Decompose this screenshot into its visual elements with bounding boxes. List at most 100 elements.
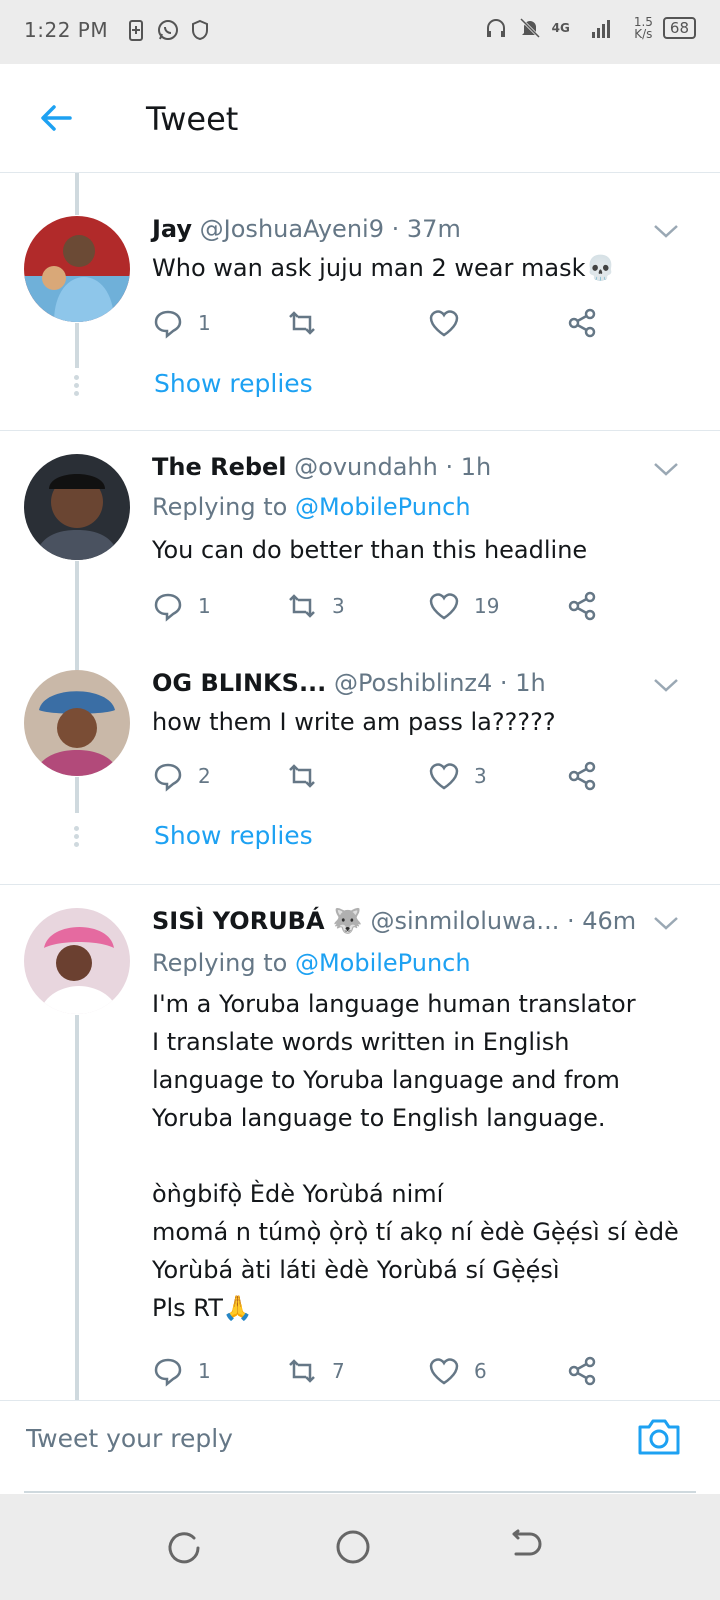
share-icon xyxy=(568,308,596,338)
tweet-item[interactable]: Jay @JoshuaAyeni9 · 37m Who wan ask juju… xyxy=(0,173,720,430)
reply-button[interactable]: 1 xyxy=(152,307,211,339)
replying-to: Replying to @MobilePunch xyxy=(152,493,471,521)
back-icon[interactable] xyxy=(506,1528,544,1566)
home-icon[interactable] xyxy=(334,1528,372,1566)
tweet-actions: 1 xyxy=(152,307,612,341)
reply-button[interactable]: 1 xyxy=(152,1355,211,1387)
tweet-text: Who wan ask juju man 2 wear mask💀 xyxy=(152,254,616,282)
reply-button[interactable]: 2 xyxy=(152,760,211,792)
signal-icon xyxy=(591,20,610,38)
chevron-down-icon[interactable] xyxy=(652,913,680,933)
heart-icon xyxy=(429,310,459,337)
reply-feed[interactable]: Jay @JoshuaAyeni9 · 37m Who wan ask juju… xyxy=(0,173,720,1400)
tweet-header: Jay @JoshuaAyeni9 · 37m xyxy=(152,215,461,243)
tweet-actions: 2 3 xyxy=(152,760,612,794)
separator-dot: · xyxy=(566,907,575,935)
avatar[interactable] xyxy=(24,454,130,560)
retweet-icon xyxy=(289,1359,315,1383)
reply-composer xyxy=(0,1400,720,1473)
tweet-item[interactable]: SISÌ YORUBÁ 🐺 @sinmiloluwa... · 46m Repl… xyxy=(0,885,720,1400)
retweet-button[interactable]: 3 xyxy=(286,590,345,622)
separator-dot: · xyxy=(499,669,508,697)
reply-icon xyxy=(154,593,182,622)
retweet-button[interactable]: 7 xyxy=(286,1355,345,1387)
back-arrow-icon[interactable] xyxy=(36,98,76,138)
retweet-button[interactable] xyxy=(286,307,332,339)
heart-icon xyxy=(429,763,459,790)
tweet-header: OG BLINKS... @Poshiblinz4 · 1h xyxy=(152,669,546,697)
like-button[interactable]: 6 xyxy=(428,1355,487,1387)
user-name[interactable]: SISÌ YORUBÁ 🐺 xyxy=(152,907,363,935)
user-name[interactable]: OG BLINKS... xyxy=(152,669,326,697)
replying-to-label: Replying to xyxy=(152,949,288,977)
thread-line xyxy=(75,1015,79,1400)
reply-input[interactable] xyxy=(24,1415,618,1461)
tweet-time: 1h xyxy=(460,453,492,481)
retweet-button[interactable] xyxy=(286,760,332,792)
mention-link[interactable]: @MobilePunch xyxy=(295,493,471,521)
reply-count: 2 xyxy=(198,764,211,788)
user-name[interactable]: The Rebel xyxy=(152,453,287,481)
show-replies-link[interactable]: Show replies xyxy=(154,369,313,398)
show-replies-link[interactable]: Show replies xyxy=(154,821,313,850)
status-time: 1:22 PM xyxy=(24,18,109,42)
separator-dot: · xyxy=(445,453,454,481)
reply-button[interactable]: 1 xyxy=(152,590,211,622)
chevron-down-icon[interactable] xyxy=(652,221,680,241)
thread-line xyxy=(75,561,79,653)
tweet-time: 46m xyxy=(582,907,637,935)
user-handle[interactable]: @ovundahh xyxy=(294,453,438,481)
headphones-icon xyxy=(486,19,505,37)
like-button[interactable]: 3 xyxy=(428,760,487,792)
retweet-count: 7 xyxy=(332,1359,345,1383)
share-icon xyxy=(568,1356,596,1386)
share-button[interactable] xyxy=(566,590,598,622)
mention-link[interactable]: @MobilePunch xyxy=(295,949,471,977)
network-type: 4G xyxy=(551,21,570,35)
tweet-header: SISÌ YORUBÁ 🐺 @sinmiloluwa... · 46m xyxy=(152,907,636,935)
system-nav-bar xyxy=(0,1494,720,1600)
network-speed: 1.5 K/s xyxy=(634,16,653,40)
thread-line xyxy=(75,777,79,813)
tweet-item[interactable]: The Rebel @ovundahh · 1h Replying to @Mo… xyxy=(0,431,720,653)
heart-icon xyxy=(429,1358,459,1385)
user-name[interactable]: Jay xyxy=(152,215,192,243)
thread-dots xyxy=(74,375,80,399)
user-handle[interactable]: @Poshiblinz4 xyxy=(334,669,492,697)
tweet-text: I'm a Yoruba language human translator I… xyxy=(152,990,679,1322)
tweet-time: 1h xyxy=(515,669,546,697)
thread-dots xyxy=(74,826,80,850)
shield-icon xyxy=(192,19,208,41)
speed-unit: K/s xyxy=(634,27,653,41)
bell-off-icon xyxy=(519,17,540,39)
heart-icon xyxy=(429,593,459,620)
replying-to-label: Replying to xyxy=(152,493,288,521)
reply-underline xyxy=(24,1491,696,1493)
user-handle[interactable]: @sinmiloluwa... xyxy=(370,907,559,935)
battery-saver-icon xyxy=(129,20,143,41)
retweet-icon xyxy=(289,594,315,618)
whatsapp-icon xyxy=(158,20,178,40)
like-button[interactable]: 19 xyxy=(428,590,499,622)
thread-line xyxy=(75,653,79,671)
avatar[interactable] xyxy=(24,908,130,1014)
tweet-header: The Rebel @ovundahh · 1h xyxy=(152,453,491,481)
camera-icon[interactable] xyxy=(636,1415,682,1457)
chevron-down-icon[interactable] xyxy=(652,459,680,479)
recent-apps-icon[interactable] xyxy=(164,1528,202,1566)
avatar[interactable] xyxy=(24,216,130,322)
share-button[interactable] xyxy=(566,1355,598,1387)
reply-count: 1 xyxy=(198,1359,211,1383)
tweet-text: You can do better than this headline xyxy=(152,536,588,564)
tweet-item[interactable]: OG BLINKS... @Poshiblinz4 · 1h how them … xyxy=(0,653,720,884)
user-handle[interactable]: @JoshuaAyeni9 xyxy=(200,215,384,243)
like-count: 6 xyxy=(474,1359,487,1383)
share-button[interactable] xyxy=(566,307,598,339)
like-button[interactable] xyxy=(428,307,474,339)
share-button[interactable] xyxy=(566,760,598,792)
chevron-down-icon[interactable] xyxy=(652,675,680,695)
reply-count: 1 xyxy=(198,594,211,618)
avatar[interactable] xyxy=(24,670,130,776)
page-title: Tweet xyxy=(146,100,239,138)
share-icon xyxy=(568,761,596,791)
